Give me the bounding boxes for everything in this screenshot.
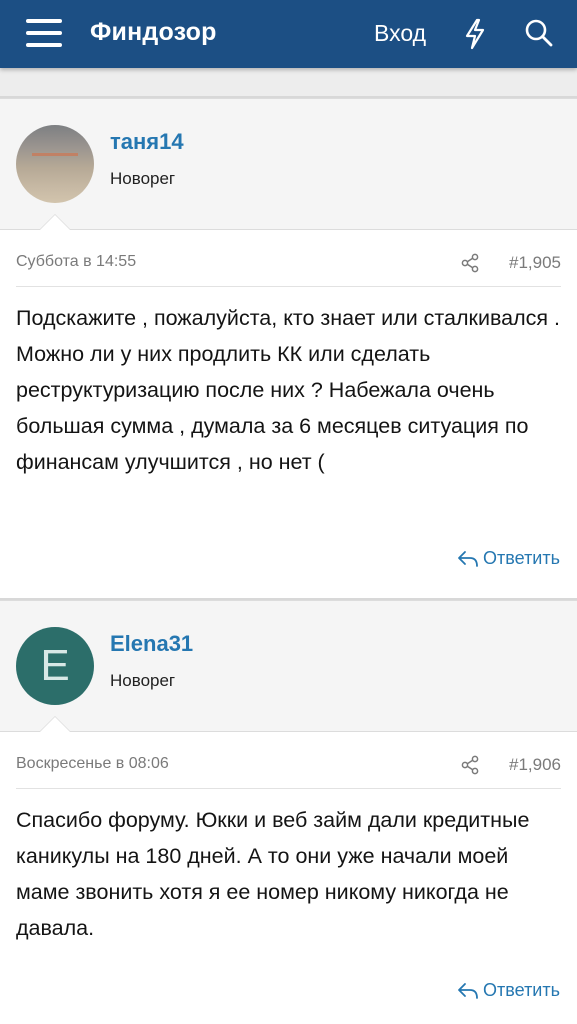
menu-icon[interactable]: [26, 16, 62, 50]
post-body: Подскажите , пожалуйста, кто знает или с…: [16, 306, 560, 474]
top-navigation-bar: Финдозор Вход: [0, 0, 577, 68]
avatar[interactable]: [16, 125, 94, 203]
reply-label: Ответить: [483, 980, 560, 1000]
post-user-block: таня14 Новорег: [0, 98, 577, 230]
reply-icon: [458, 550, 478, 567]
reply-button[interactable]: Ответить: [457, 548, 560, 569]
divider: [16, 286, 561, 287]
reply-icon: [458, 982, 478, 999]
post-body: Спасибо форуму. Юкки и веб займ дали кре…: [16, 808, 530, 940]
username-link[interactable]: Elena31: [110, 631, 193, 657]
avatar[interactable]: E: [16, 627, 94, 705]
user-title: Новорег: [110, 169, 176, 188]
post-date[interactable]: Воскресенье в 08:06: [16, 755, 169, 773]
site-logo[interactable]: Финдозор: [90, 18, 217, 47]
share-icon[interactable]: [460, 755, 480, 775]
post-number[interactable]: #1,905: [509, 253, 561, 273]
post-user-block: E Elena31 Новорег: [0, 600, 577, 732]
divider: [16, 788, 561, 789]
post-1906: E Elena31 Новорег Воскресенье в 08:06 #1…: [0, 600, 577, 1024]
search-icon[interactable]: [524, 17, 554, 49]
post-date[interactable]: Суббота в 14:55: [16, 253, 136, 271]
username-link[interactable]: таня14: [110, 129, 184, 155]
reply-button[interactable]: Ответить: [457, 980, 560, 1001]
bolt-icon[interactable]: [462, 18, 488, 50]
share-icon[interactable]: [460, 253, 480, 273]
post-number[interactable]: #1,906: [509, 755, 561, 775]
login-link[interactable]: Вход: [374, 20, 426, 47]
post-1905: таня14 Новорег Суббота в 14:55 #1,905 По…: [0, 98, 577, 598]
reply-label: Ответить: [483, 548, 560, 568]
user-title: Новорег: [110, 671, 176, 690]
